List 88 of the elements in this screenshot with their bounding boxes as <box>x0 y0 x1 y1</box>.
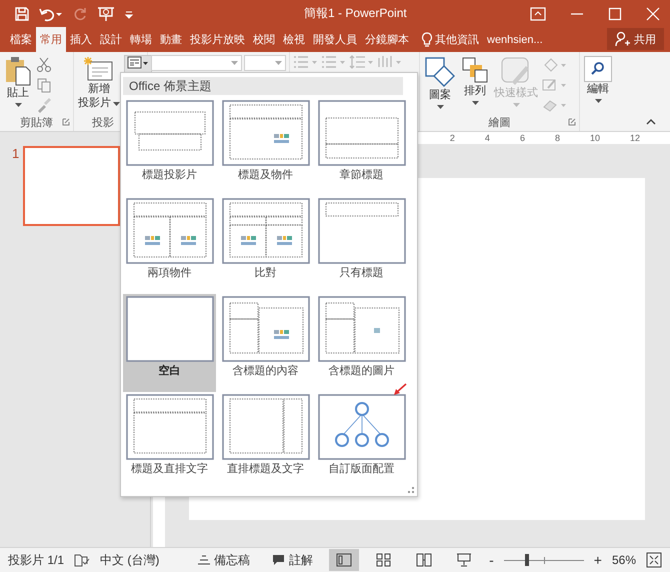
grid-view-icon <box>376 553 392 567</box>
layout-button[interactable] <box>124 55 152 73</box>
ribbon-display-icon[interactable] <box>530 6 546 20</box>
paintbrush-icon[interactable] <box>36 97 52 113</box>
clipboard-icon <box>4 56 32 86</box>
layout-option[interactable]: 含標題的內容 <box>219 294 312 392</box>
user-account-button[interactable]: wenhsien... <box>483 27 547 52</box>
notes-button[interactable]: 備忘稿 <box>192 550 256 570</box>
slide-number: 1 <box>12 146 20 163</box>
ribbon-tab[interactable]: 轉場 <box>126 27 156 52</box>
shapes-button[interactable]: 圖案 <box>423 55 457 115</box>
shapes-icon <box>424 56 456 88</box>
collapse-ribbon-icon[interactable] <box>646 118 656 125</box>
zoom-level[interactable]: 56% <box>612 553 636 567</box>
layout-option[interactable]: 含標題的圖片 <box>315 294 408 392</box>
ribbon-tab[interactable]: 投影片放映 <box>186 27 249 52</box>
group-label: 投影 <box>92 116 114 129</box>
caret-icon <box>14 103 22 107</box>
zoom-out-button[interactable]: - <box>489 552 494 568</box>
save-icon[interactable] <box>14 6 30 22</box>
arrange-icon <box>461 56 489 84</box>
ribbon-tab[interactable]: 開發人員 <box>309 27 361 52</box>
slide-thumbnail[interactable] <box>23 146 120 226</box>
quick-styles-icon <box>500 56 532 86</box>
comments-button[interactable]: 註解 <box>266 550 320 570</box>
ribbon-tab[interactable]: 插入 <box>66 27 96 52</box>
layout-option[interactable]: 直排標題及文字 <box>219 392 312 490</box>
ribbon-tab[interactable]: 分鏡腳本 <box>361 27 413 52</box>
ribbon-tab[interactable]: 設計 <box>96 27 126 52</box>
dropdown-arrow-icon[interactable] <box>275 61 282 65</box>
dialog-launcher-icon[interactable] <box>62 118 70 126</box>
lightbulb-icon <box>421 32 433 47</box>
ribbon-tab[interactable]: 校閱 <box>249 27 279 52</box>
person-add-icon <box>615 31 631 47</box>
close-icon[interactable] <box>646 6 660 20</box>
undo-icon[interactable] <box>38 6 64 22</box>
presentation-icon[interactable] <box>96 4 116 22</box>
pointer-arrow <box>393 383 407 397</box>
layout-option[interactable]: 只有標題 <box>315 196 408 294</box>
gallery-header: Office 佈景主題 <box>123 77 403 95</box>
ribbon-tab[interactable]: 檔案 <box>6 27 36 52</box>
maximize-icon[interactable] <box>608 6 622 20</box>
redo-icon <box>72 6 88 22</box>
caret-icon <box>472 101 478 105</box>
dialog-launcher-icon[interactable] <box>568 118 576 126</box>
slide-counter: 投影片 1/1 <box>8 552 64 568</box>
comment-icon <box>272 554 286 566</box>
layout-icon <box>127 56 149 70</box>
layout-option[interactable]: 自訂版面配置 <box>315 392 408 490</box>
font-size-field[interactable] <box>244 55 286 71</box>
fit-to-window-icon[interactable] <box>646 552 662 568</box>
normal-view-icon <box>336 553 352 567</box>
caret-icon <box>594 99 602 103</box>
arrange-button[interactable]: 排列 <box>460 55 490 115</box>
caret-icon <box>512 103 520 107</box>
ribbon-tab[interactable]: 檢視 <box>279 27 309 52</box>
layout-option[interactable]: 標題及直排文字 <box>123 392 216 490</box>
zoom-in-button[interactable]: + <box>594 552 602 568</box>
group-label: 繪圖 <box>488 116 510 129</box>
new-slide-button[interactable]: 新增 投影片 <box>77 55 121 115</box>
language-label[interactable]: 中文 (台灣) <box>100 552 160 568</box>
notes-icon <box>198 555 210 565</box>
font-name-field[interactable] <box>151 55 242 71</box>
resize-grip-icon[interactable] <box>408 487 414 493</box>
layout-option[interactable]: 比對 <box>219 196 312 294</box>
copy-icon[interactable] <box>36 77 52 93</box>
view-button[interactable] <box>329 549 360 571</box>
search-icon <box>590 61 606 77</box>
tell-me-button[interactable]: 其他資訊 <box>417 27 483 52</box>
customize-caret-icon[interactable] <box>124 8 134 18</box>
dropdown-arrow-icon[interactable] <box>231 61 238 65</box>
scissors-icon[interactable] <box>36 57 52 73</box>
editing-button[interactable]: 編輯 <box>583 55 613 115</box>
window-title: 簡報1 - PowerPoint <box>304 5 408 22</box>
spellcheck-icon[interactable] <box>74 553 90 567</box>
new-slide-icon <box>84 56 114 82</box>
caret-icon <box>113 102 120 106</box>
paste-button[interactable]: 貼上 <box>3 55 33 115</box>
layout-option[interactable]: 兩項物件 <box>123 196 216 294</box>
projector-screen-icon <box>456 553 472 567</box>
book-icon <box>416 553 432 567</box>
ribbon-tab[interactable]: 常用 <box>36 27 66 52</box>
caret-icon <box>436 105 444 109</box>
layout-option[interactable]: 空白 <box>123 294 216 392</box>
ribbon-tab[interactable]: 動畫 <box>156 27 186 52</box>
zoom-slider[interactable] <box>504 553 584 567</box>
share-button[interactable]: 共用 <box>607 28 664 50</box>
group-label: 剪貼簿 <box>20 116 53 129</box>
